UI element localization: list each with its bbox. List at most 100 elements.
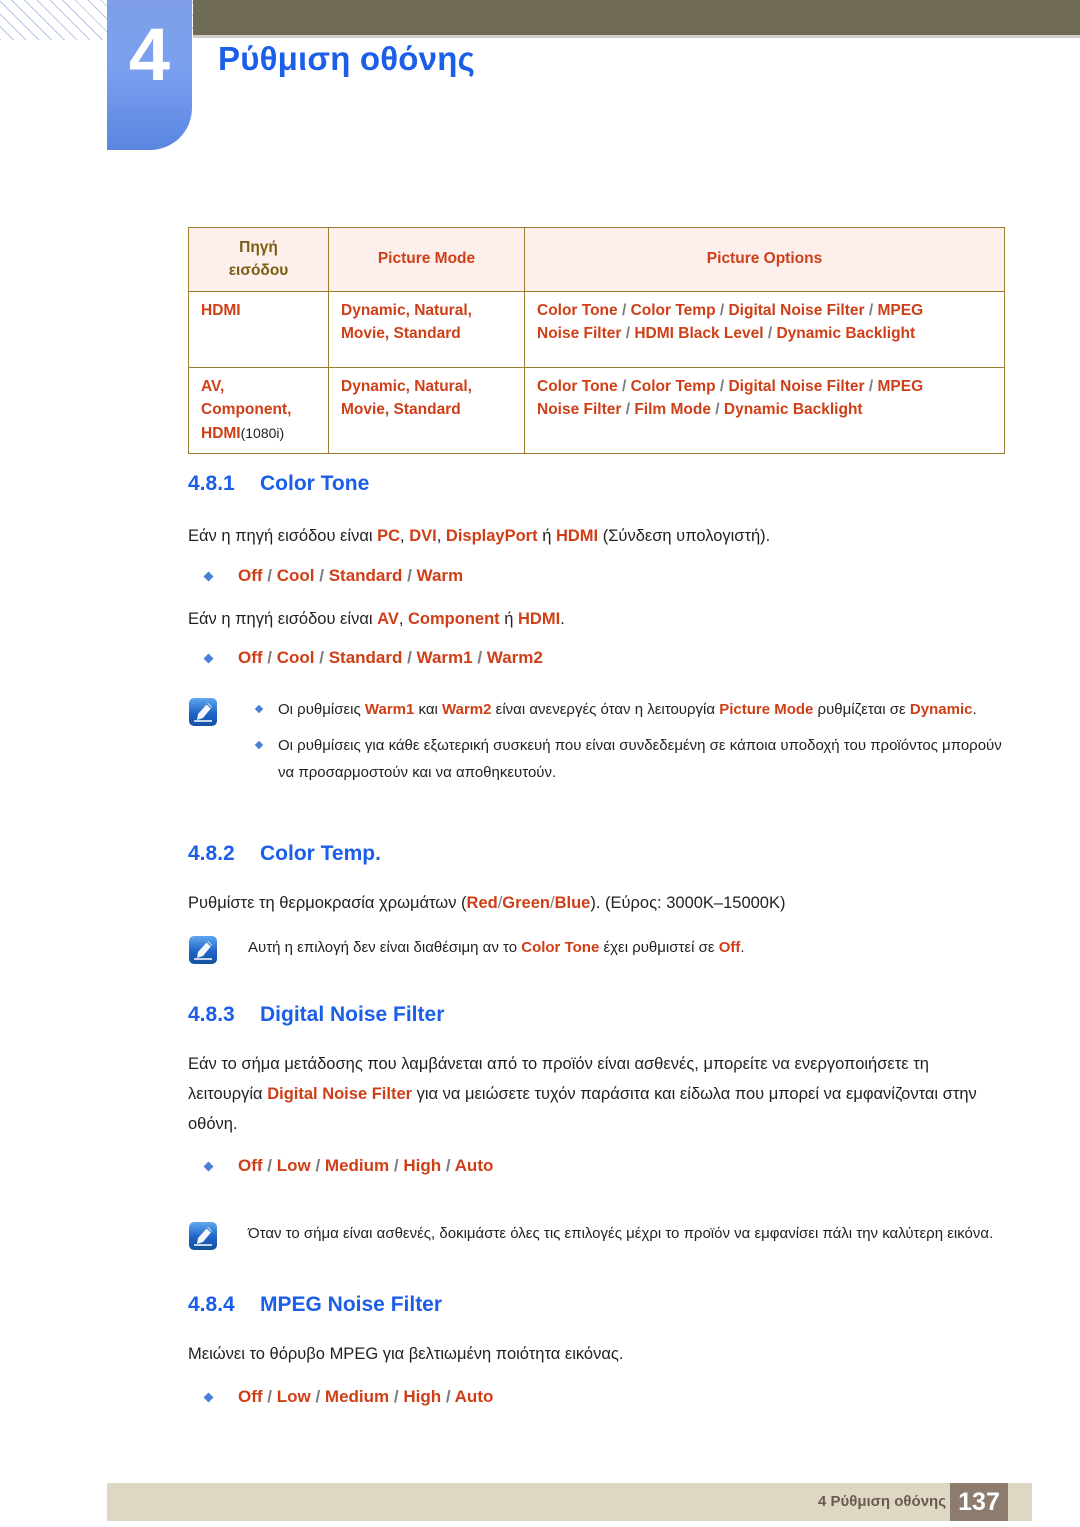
picture-options-line2: Noise Filter / Film Mode / Dynamic Backl… [537,401,863,419]
option-values: Off / Cool / Standard / Warm1 / Warm2 [238,648,543,667]
text-pre: Αυτή η επιλογή δεν είναι διαθέσιμη αν το [248,939,522,956]
term-color-tone: Color Tone [521,939,600,956]
table-header-source-line2: εισόδου [228,262,289,279]
term-component: Component [408,610,500,628]
option-values: Off / Cool / Standard / Warm [238,566,464,585]
text-pre: Εάν η πηγή εισόδου είναι [188,527,378,545]
option-list-color-tone-pc: Off / Cool / Standard / Warm [188,566,1008,586]
table-header-row: Πηγή εισόδου Picture Mode Picture Option… [188,227,1005,292]
picture-options-table: Πηγή εισόδου Picture Mode Picture Option… [188,227,1005,454]
cell-source: AV, Component, HDMI(1080i) [188,367,329,454]
term-green: Green [502,894,550,912]
term-dynamic: Dynamic [909,701,973,718]
paragraph-4-8-4: Μειώνει το θόρυβο MPEG για βελτιωμένη πο… [188,1345,624,1363]
source-label: HDMI [201,302,241,319]
footer-chapter-label: 4 Ρύθμιση οθόνης [817,1493,946,1510]
option-list-mpeg-noise-filter: Off / Low / Medium / High / Auto [188,1387,1008,1407]
table-header-source: Πηγή εισόδου [188,227,329,292]
term-red: Red [466,894,498,912]
text-end: . [972,701,977,718]
note-body: Αυτή η επιλογή δεν είναι διαθέσιμη αν το… [248,935,1008,961]
chapter-tab: 4 [107,0,192,150]
note-pen-icon [188,1221,218,1251]
note-block-4-8-3: Όταν το σήμα είναι ασθενές, δοκιμάστε όλ… [188,1221,1008,1250]
bullet-icon [254,741,264,750]
option-list-color-tone-av: Off / Cool / Standard / Warm1 / Warm2 [188,648,1008,668]
text-post: ). (Εύρος: 3000K–15000K) [590,894,786,912]
section-number: 4.8.3 [188,1003,235,1026]
cell-source: HDMI [188,291,329,368]
text-pre: Εάν η πηγή εισόδου είναι [188,610,378,628]
page-header: 4 Ρύθμιση οθόνης [0,0,1080,160]
chapter-title: Ρύθμιση οθόνης [218,40,475,77]
section-title: Digital Noise Filter [260,1003,445,1026]
text-post: . [740,939,745,956]
cell-picture-mode: Dynamic, Natural, Movie, Standard [328,367,525,454]
text-mid: είναι ανενεργές όταν η λειτουργία [491,701,720,718]
paragraph-4-8-2: Ρυθμίστε τη θερμοκρασία χρωμάτων (Red/Gr… [188,894,786,912]
page-number-badge: 137 [950,1483,1008,1521]
section-number: 4.8.2 [188,842,235,865]
source-label-3-suffix: (1080i) [240,424,285,441]
section-number: 4.8.4 [188,1293,235,1316]
table-row: HDMI Dynamic, Natural, Movie, Standard C… [188,291,1005,368]
section-heading-4-8-3: 4.8.3 Digital Noise Filter [188,1003,1008,1027]
term-warm1: Warm1 [364,701,415,718]
term-hdmi: HDMI [555,527,599,545]
bullet-icon [203,1392,214,1403]
cell-picture-mode: Dynamic, Natural, Movie, Standard [328,291,525,368]
section-heading-4-8-4: 4.8.4 MPEG Noise Filter [188,1293,1008,1317]
term-digital-noise-filter: Digital Noise Filter [267,1085,413,1104]
chapter-number: 4 [128,13,171,96]
cell-picture-options: Color Tone / Color Temp / Digital Noise … [524,291,1005,368]
term-hdmi: HDMI [518,610,561,628]
term-blue: Blue [554,894,591,912]
table-header-source-line1: Πηγή [239,238,278,256]
option-list-digital-noise-filter: Off / Low / Medium / High / Auto [188,1156,1008,1176]
picture-mode-line1: Dynamic, Natural, [341,378,472,395]
table-header-picture-mode: Picture Mode [328,227,525,292]
source-label-1: AV, [201,378,225,395]
option-values: Off / Low / Medium / High / Auto [238,1387,494,1406]
paragraph-4-8-1-a: Εάν η πηγή εισόδου είναι PC, DVI, Displa… [188,527,771,545]
note-list-item: Οι ρυθμίσεις Warm1 και Warm2 είναι ανενε… [248,697,1008,723]
source-label-3: HDMI [201,424,241,442]
note-body: Όταν το σήμα είναι ασθενές, δοκιμάστε όλ… [248,1225,994,1242]
table-row: AV, Component, HDMI(1080i) Dynamic, Natu… [188,367,1005,454]
source-label-2: Component, [201,401,292,419]
text-mid: ή [537,527,556,545]
section-number: 4.8.1 [188,472,235,495]
text-mid: έχει ρυθμιστεί σε [599,939,719,956]
text-and: και [414,701,443,718]
header-olive-bar-shadow [193,35,1080,38]
paragraph-4-8-3: Εάν το σήμα μετάδοσης που λαμβάνεται από… [188,1049,1000,1139]
option-values: Off / Low / Medium / High / Auto [238,1156,494,1175]
text-post: . [560,610,565,628]
section-heading-4-8-1: 4.8.1 Color Tone [188,472,1008,496]
section-title: Color Tone [260,472,370,495]
term-dvi: DVI [409,527,437,545]
term-warm2: Warm2 [442,701,492,718]
section-title: Color Temp. [260,842,381,865]
header-olive-bar [193,0,1080,35]
note-list-item: Οι ρυθμίσεις για κάθε εξωτερική συσκευή … [248,733,1008,786]
bullet-icon [203,1161,214,1172]
section-heading-4-8-2: 4.8.2 Color Temp. [188,842,1008,866]
note-body: Οι ρυθμίσεις Warm1 και Warm2 είναι ανενε… [248,697,1008,786]
term-off: Off [718,939,741,956]
picture-mode-line2: Movie, Standard [341,325,461,343]
picture-mode-line2: Movie, Standard [341,401,461,419]
note-pen-icon [188,697,218,727]
bullet-icon [254,704,264,714]
text-post: (Σύνδεση υπολογιστή). [598,527,771,545]
text-mid: ή [499,610,519,628]
text-pre: Ρυθμίστε τη θερμοκρασία χρωμάτων ( [188,894,467,912]
bullet-icon [203,571,214,582]
note-pen-icon [188,935,218,965]
picture-options-line1: Color Tone / Color Temp / Digital Noise … [537,302,924,319]
term-displayport: DisplayPort [445,527,538,545]
term-av: AV [377,610,399,628]
bullet-icon [203,653,214,664]
term-pc: PC [377,527,401,545]
paragraph-4-8-1-b: Εάν η πηγή εισόδου είναι AV, Component ή… [188,610,565,628]
